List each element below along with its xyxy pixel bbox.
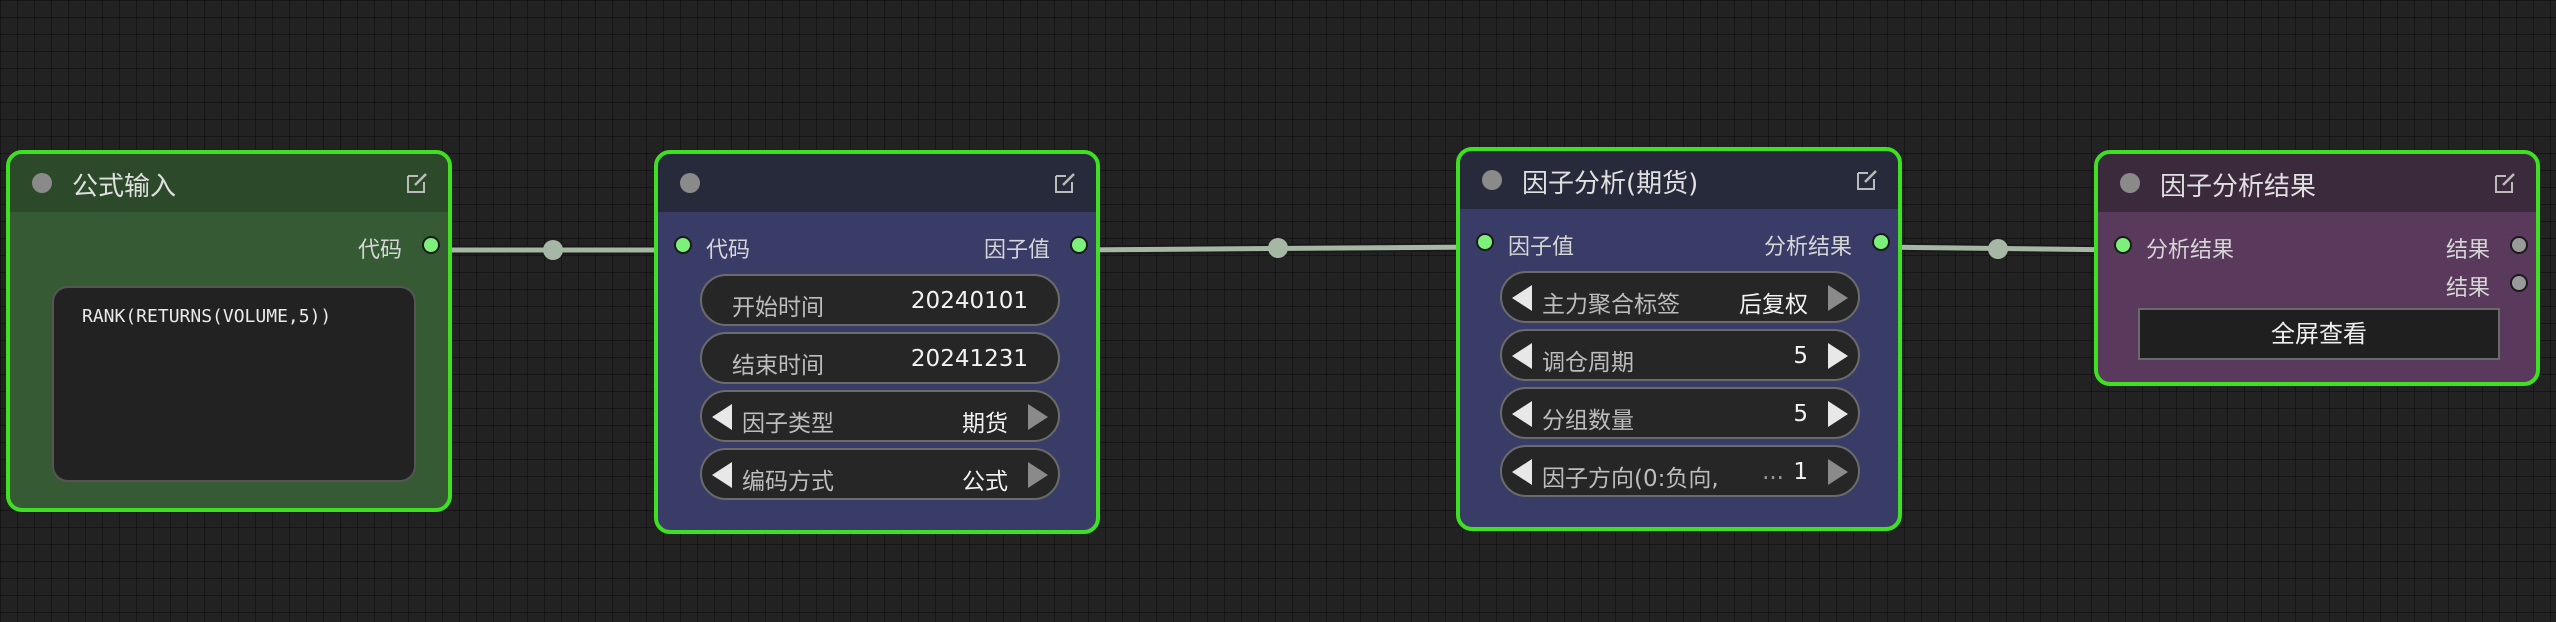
widget-label: 调仓周期: [1542, 350, 1634, 376]
widget-ellipsis: ...: [1762, 459, 1784, 485]
node-formula-input[interactable]: 公式输入 代码 RANK(RETURNS(VOLUME,5)): [6, 150, 452, 512]
link-midpoint: [1988, 239, 2008, 259]
widget-value: 5: [1793, 401, 1808, 427]
widget-label: 因子方向(0:负向,: [1542, 466, 1719, 492]
output-slot[interactable]: [2510, 236, 2528, 254]
node-title: 因子分析结果: [2160, 172, 2317, 202]
output-label: 代码: [357, 238, 402, 263]
node-header[interactable]: 因子分析结果: [2098, 154, 2536, 212]
decrement-arrow-icon[interactable]: [712, 462, 732, 488]
node-body: 代码 RANK(RETURNS(VOLUME,5)): [10, 212, 448, 508]
node-body: 分析结果 结果 结果 全屏查看: [2098, 212, 2536, 382]
decrement-arrow-icon[interactable]: [1512, 401, 1532, 427]
widget-value: 后复权: [1739, 292, 1808, 318]
output-slot[interactable]: [422, 236, 440, 254]
factor-type-combo[interactable]: 因子类型 期货: [700, 390, 1060, 442]
widget-label: 结束时间: [732, 353, 824, 379]
widget-value: 1: [1793, 459, 1808, 485]
output-label: 结果: [2445, 276, 2490, 301]
link-midpoint: [1268, 238, 1288, 258]
widget-value: 期货: [962, 411, 1008, 437]
input-label: 因子值: [1508, 235, 1575, 260]
input-slot[interactable]: [1476, 233, 1494, 251]
increment-arrow-icon[interactable]: [1028, 404, 1048, 430]
widget-value: 20241231: [910, 346, 1028, 372]
link-midpoint: [543, 240, 563, 260]
collapse-dot-icon[interactable]: [32, 173, 52, 193]
widget-label: 开始时间: [732, 295, 824, 321]
end-time-widget[interactable]: 结束时间 20241231: [700, 332, 1060, 384]
output-label: 因子值: [983, 238, 1050, 263]
widget-value: 公式: [962, 469, 1008, 495]
output-slot[interactable]: [2510, 274, 2528, 292]
group-count-number[interactable]: 分组数量 5: [1500, 387, 1860, 439]
collapse-dot-icon[interactable]: [1482, 170, 1502, 190]
input-label: 分析结果: [2146, 238, 2235, 263]
node-body: 因子值 分析结果 主力聚合标签 后复权 调仓周期 5 分组数量 5 因子方向(0…: [1460, 209, 1898, 527]
output-slot[interactable]: [1070, 236, 1088, 254]
increment-arrow-icon[interactable]: [1828, 459, 1848, 485]
formula-textarea[interactable]: RANK(RETURNS(VOLUME,5)): [52, 286, 416, 482]
increment-arrow-icon[interactable]: [1828, 285, 1848, 311]
decrement-arrow-icon[interactable]: [1512, 343, 1532, 369]
widget-label: 主力聚合标签: [1542, 292, 1680, 318]
node-factor-analysis[interactable]: 因子分析(期货) 因子值 分析结果 主力聚合标签 后复权 调仓周期 5 分组数量…: [1456, 147, 1902, 531]
widget-label: 编码方式: [742, 469, 834, 495]
node-header[interactable]: 公式输入: [10, 154, 448, 212]
start-time-widget[interactable]: 开始时间 20240101: [700, 274, 1060, 326]
edit-icon[interactable]: [1052, 170, 1078, 196]
widget-value: 5: [1793, 343, 1808, 369]
rebalance-period-number[interactable]: 调仓周期 5: [1500, 329, 1860, 381]
node-factor-params[interactable]: 代码 因子值 开始时间 20240101 结束时间 20241231 因子类型 …: [654, 150, 1100, 534]
decrement-arrow-icon[interactable]: [712, 404, 732, 430]
output-slot[interactable]: [1872, 233, 1890, 251]
node-title: 公式输入: [72, 172, 177, 202]
input-label: 代码: [706, 238, 751, 263]
edit-icon[interactable]: [404, 170, 430, 196]
decrement-arrow-icon[interactable]: [1512, 285, 1532, 311]
node-header[interactable]: [658, 154, 1096, 212]
node-body: 代码 因子值 开始时间 20240101 结束时间 20241231 因子类型 …: [658, 212, 1096, 530]
collapse-dot-icon[interactable]: [2120, 173, 2140, 193]
node-title: 因子分析(期货): [1522, 169, 1699, 199]
fullscreen-view-button[interactable]: 全屏查看: [2138, 308, 2500, 360]
widget-label: 分组数量: [1542, 408, 1634, 434]
output-label: 分析结果: [1763, 235, 1852, 260]
increment-arrow-icon[interactable]: [1028, 462, 1048, 488]
decrement-arrow-icon[interactable]: [1512, 459, 1532, 485]
increment-arrow-icon[interactable]: [1828, 401, 1848, 427]
edit-icon[interactable]: [2492, 170, 2518, 196]
node-header[interactable]: 因子分析(期货): [1460, 151, 1898, 209]
widget-value: 20240101: [910, 288, 1028, 314]
output-label: 结果: [2445, 238, 2490, 263]
input-slot[interactable]: [674, 236, 692, 254]
widget-label: 因子类型: [742, 411, 834, 437]
node-analysis-result[interactable]: 因子分析结果 分析结果 结果 结果 全屏查看: [2094, 150, 2540, 386]
collapse-dot-icon[interactable]: [680, 173, 700, 193]
input-slot[interactable]: [2114, 236, 2132, 254]
edit-icon[interactable]: [1854, 167, 1880, 193]
encoding-combo[interactable]: 编码方式 公式: [700, 448, 1060, 500]
increment-arrow-icon[interactable]: [1828, 343, 1848, 369]
main-contract-label-combo[interactable]: 主力聚合标签 后复权: [1500, 271, 1860, 323]
factor-direction-number[interactable]: 因子方向(0:负向, ... 1: [1500, 445, 1860, 497]
